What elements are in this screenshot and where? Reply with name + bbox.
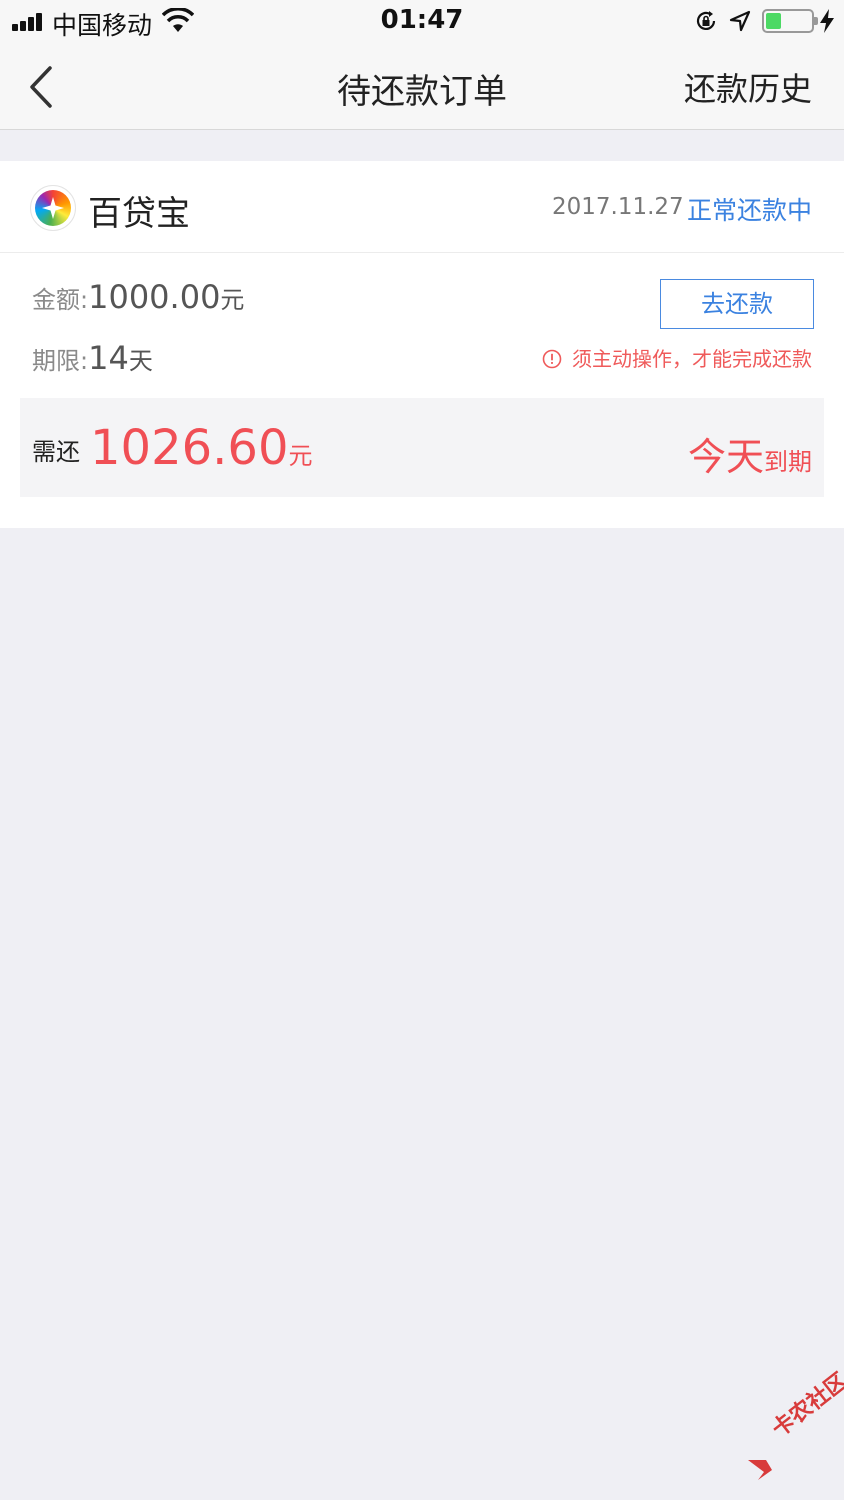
navigation-bar: 待还款订单 还款历史 (0, 42, 844, 130)
amount-unit: 元 (220, 286, 245, 314)
rotation-lock-icon (696, 11, 716, 30)
manual-action-warning: 须主动操作，才能完成还款 (542, 343, 812, 372)
due-suffix: 到期 (764, 448, 812, 476)
amount-value: 1000.00 (88, 278, 221, 316)
order-card: 百贷宝 2017.11.27 正常还款中 金额:1000.00元 期限:14天 … (0, 161, 844, 528)
warning-text: 须主动操作，才能完成还款 (572, 347, 812, 371)
amount-due-panel: 需还 1026.60元 今天到期 (20, 398, 824, 497)
lender-name: 百贷宝 (88, 194, 190, 234)
amount-label: 金额: (32, 286, 89, 314)
due-amount-unit: 元 (288, 442, 313, 470)
pay-now-button[interactable]: 去还款 (660, 279, 814, 329)
battery-icon (762, 9, 818, 33)
location-arrow-icon (729, 10, 751, 32)
due-today: 今天 (687, 435, 764, 479)
amount-row: 金额:1000.00元 (32, 278, 244, 316)
due-amount: 1026.60元 (90, 420, 313, 476)
term-value: 14 (88, 339, 129, 377)
charging-bolt-icon (820, 9, 834, 33)
app-logo-icon (30, 185, 76, 231)
term-label: 期限: (32, 347, 89, 375)
status-bar: 中国移动 01:47 (0, 0, 844, 42)
due-date: 今天到期 (688, 426, 812, 481)
term-unit: 天 (128, 347, 153, 375)
due-amount-value: 1026.60 (90, 420, 289, 476)
order-date: 2017.11.27 (552, 194, 684, 220)
alert-circle-icon (542, 349, 562, 369)
order-card-header: 百贷宝 2017.11.27 正常还款中 (0, 161, 844, 253)
repayment-history-link[interactable]: 还款历史 (684, 64, 812, 110)
order-status: 正常还款中 (686, 196, 812, 225)
due-label: 需还 (32, 438, 80, 466)
term-row: 期限:14天 (32, 339, 153, 377)
